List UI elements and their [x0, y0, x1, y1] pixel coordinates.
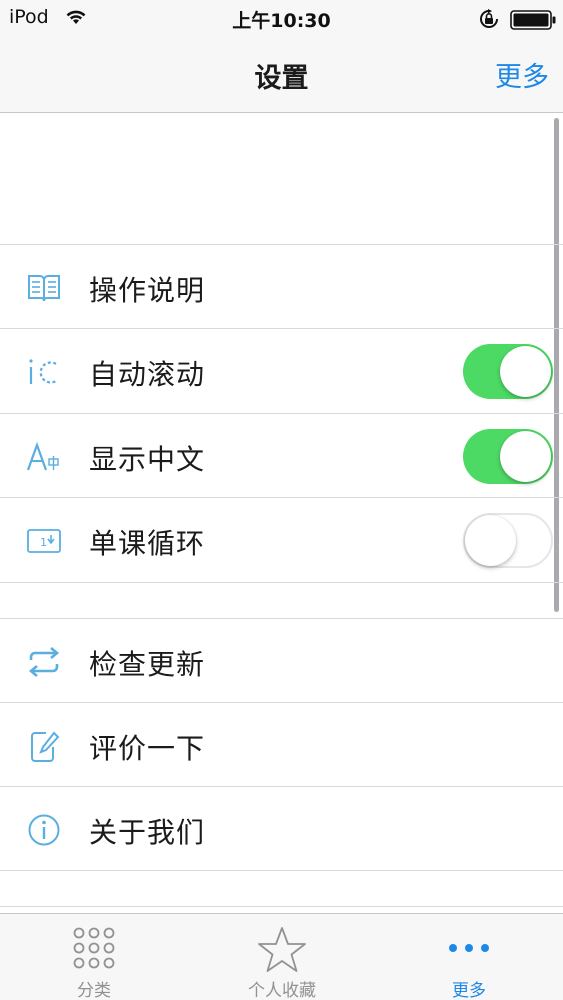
info-icon — [28, 814, 60, 846]
row-label: 关于我们 — [89, 816, 206, 849]
tab-label: 分类 — [77, 981, 111, 1000]
settings-row-show-chinese[interactable]: 显示中文 — [0, 414, 563, 498]
repeat-one-icon: 1 — [27, 529, 61, 553]
row-label: 评价一下 — [89, 732, 206, 765]
more-dots-icon — [449, 944, 489, 952]
star-icon — [258, 927, 306, 972]
refresh-icon — [28, 647, 60, 677]
settings-row-about[interactable]: 关于我们 — [0, 787, 563, 871]
row-label: 自动滚动 — [89, 358, 206, 391]
settings-row-rate[interactable]: 评价一下 — [0, 703, 563, 787]
grid-dots-icon — [73, 927, 115, 969]
tab-bar: 分类 个人收藏 更多 — [0, 913, 563, 1000]
tab-label: 更多 — [452, 981, 486, 1000]
auto-scroll-toggle[interactable] — [463, 344, 553, 399]
rotation-lock-icon — [480, 9, 498, 28]
row-label: 操作说明 — [89, 274, 206, 307]
section-divider — [0, 870, 563, 871]
settings-screen: iPod 上午10:30 设置 更多 操作说明 自动滚动 显示中文 1 单课循环… — [0, 0, 563, 1000]
tab-more[interactable]: 更多 — [375, 914, 563, 1000]
show-chinese-toggle[interactable] — [463, 429, 553, 484]
lesson-loop-toggle[interactable] — [463, 513, 553, 568]
section-divider — [0, 582, 563, 583]
row-label: 检查更新 — [89, 648, 206, 681]
tab-label: 个人收藏 — [248, 981, 316, 1000]
settings-list[interactable]: 操作说明 自动滚动 显示中文 1 单课循环 检查更新 评价一下 关于我们 — [0, 113, 563, 913]
chinese-text-icon — [26, 441, 59, 471]
toggle-knob — [500, 431, 551, 482]
navigation-bar: 设置 更多 — [0, 38, 563, 113]
edit-icon — [31, 731, 60, 762]
settings-row-check-update[interactable]: 检查更新 — [0, 619, 563, 703]
page-title: 设置 — [254, 63, 309, 94]
settings-row-lesson-loop[interactable]: 1 单课循环 — [0, 498, 563, 582]
settings-row-instructions[interactable]: 操作说明 — [0, 245, 563, 329]
battery-icon — [510, 10, 556, 30]
auto-scroll-icon — [29, 359, 57, 384]
svg-text:1: 1 — [40, 536, 47, 549]
toggle-knob — [465, 515, 516, 566]
section-divider — [0, 906, 563, 907]
row-label: 显示中文 — [89, 443, 206, 476]
tab-favorites[interactable]: 个人收藏 — [188, 914, 376, 1000]
toggle-knob — [500, 346, 551, 397]
book-icon — [28, 275, 60, 302]
status-bar: iPod 上午10:30 — [0, 0, 563, 38]
settings-row-auto-scroll[interactable]: 自动滚动 — [0, 329, 563, 413]
tab-categories[interactable]: 分类 — [0, 914, 188, 1000]
row-label: 单课循环 — [89, 527, 206, 560]
more-button[interactable]: 更多 — [495, 55, 549, 94]
